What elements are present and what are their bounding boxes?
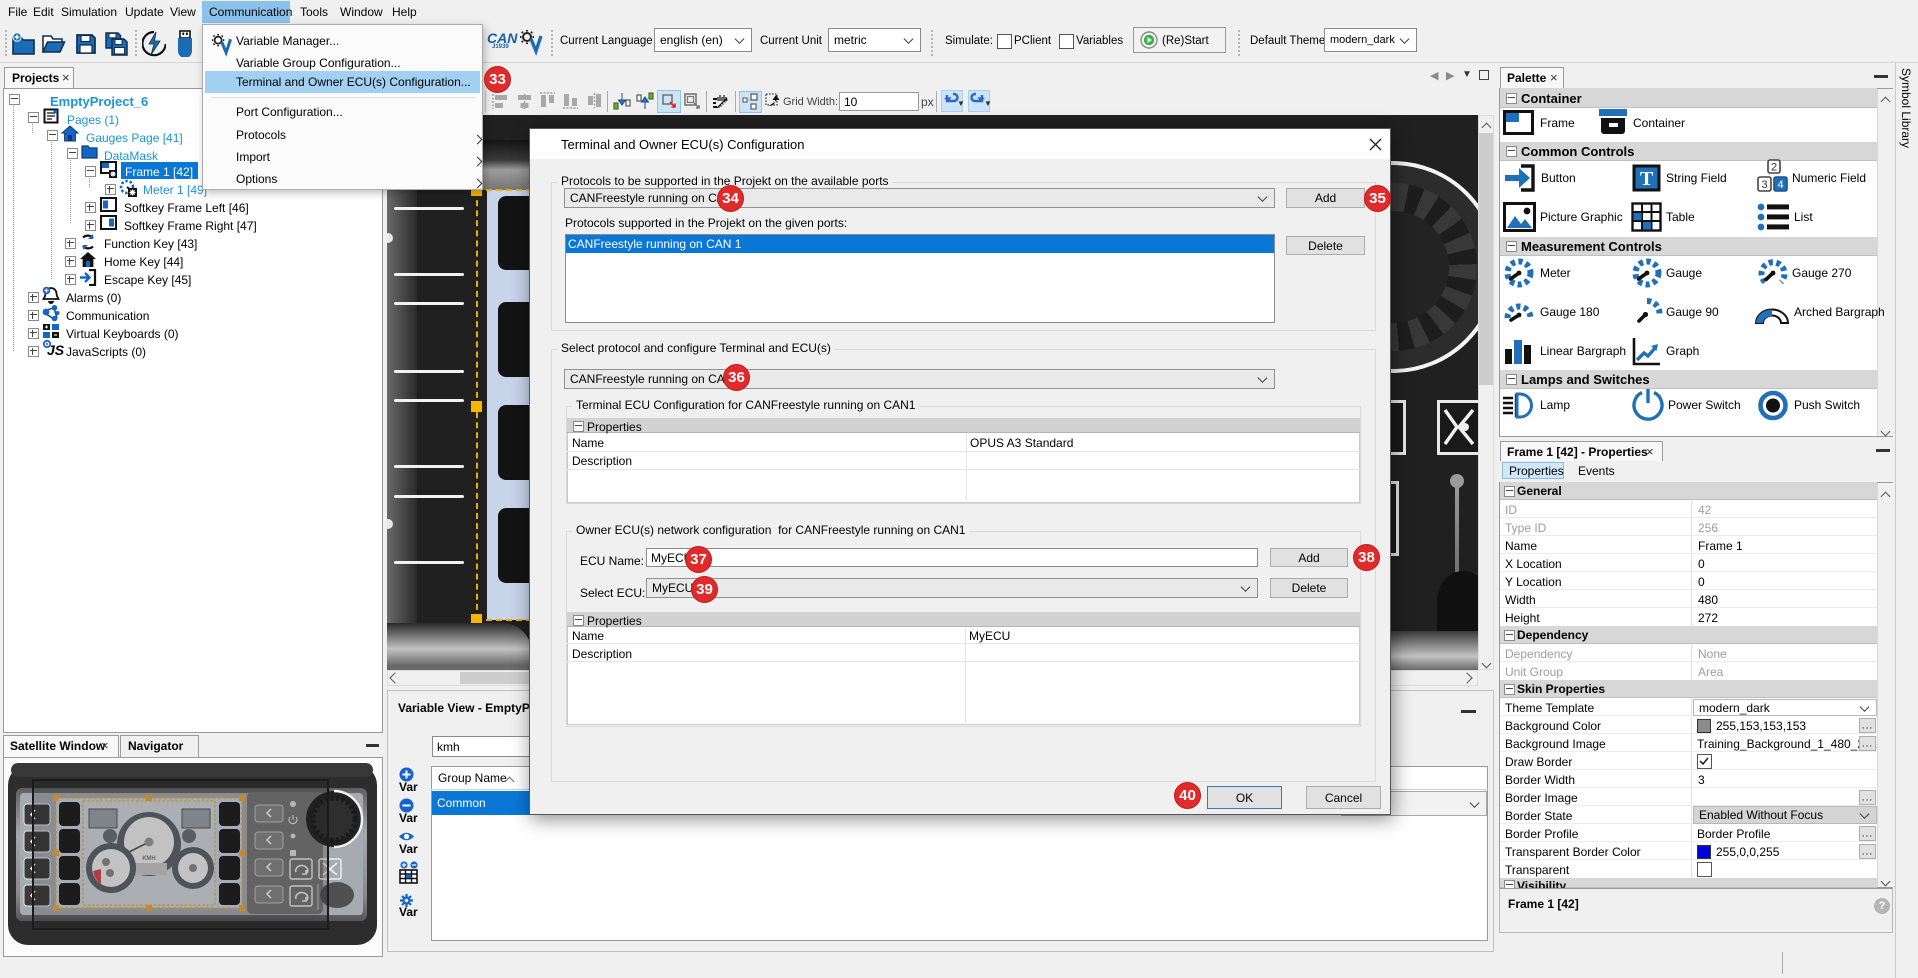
svg-text:4: 4 <box>1777 179 1783 191</box>
svg-text:3: 3 <box>1761 179 1767 191</box>
svg-text:T: T <box>1640 168 1654 190</box>
svg-text:2: 2 <box>1771 162 1777 174</box>
